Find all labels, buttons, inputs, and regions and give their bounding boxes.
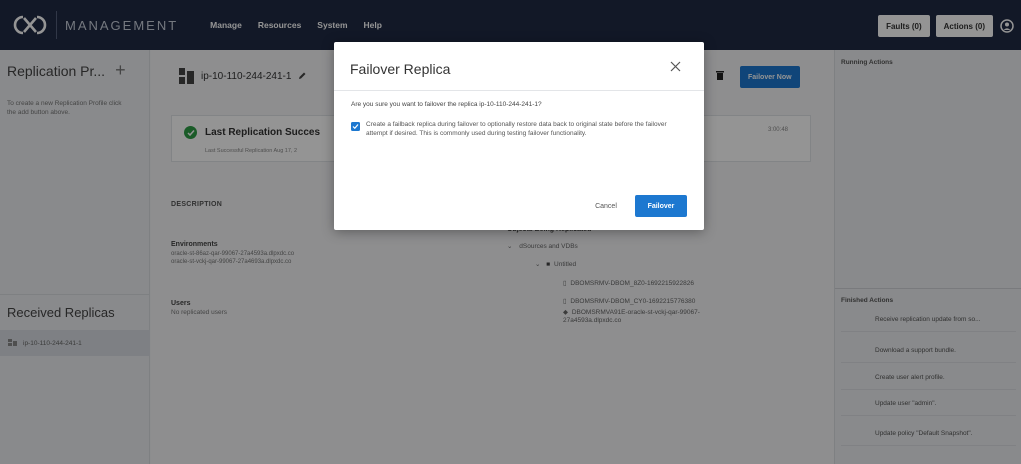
- cancel-button[interactable]: Cancel: [586, 195, 626, 217]
- failover-button[interactable]: Failover: [635, 195, 687, 217]
- failback-checkbox[interactable]: [351, 122, 360, 131]
- failback-checkbox-label: Create a failback replica during failove…: [366, 121, 667, 137]
- close-icon[interactable]: [668, 59, 682, 73]
- dialog-divider: [334, 90, 704, 91]
- dialog-question: Are you sure you want to failover the re…: [351, 101, 542, 108]
- dialog-title: Failover Replica: [350, 61, 451, 77]
- failover-replica-dialog: Failover Replica Are you sure you want t…: [334, 42, 704, 230]
- checkmark-icon: [352, 124, 359, 130]
